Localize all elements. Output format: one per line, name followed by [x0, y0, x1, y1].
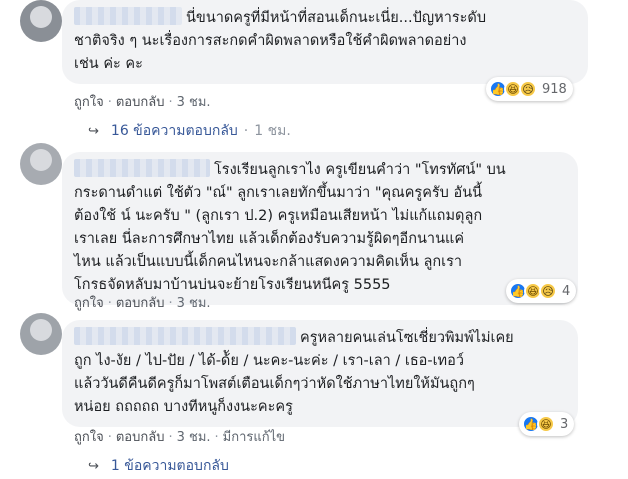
timestamp[interactable]: 3 ชม.	[177, 430, 211, 445]
timestamp[interactable]: 3 ชม.	[177, 296, 211, 311]
comment-actions: ถูกใจ · ตอบกลับ · 3 ชม. · มีการแก้ไข	[74, 430, 286, 445]
avatar[interactable]	[20, 313, 62, 355]
comment-text-line: ครูหลายคนเล่นโซเชี่ยวพิมพ์ไม่เคย	[300, 330, 514, 346]
comment-text-line: โรงเรียนลูกเราไง ครูเขียนคำว่า "โทรทัศน์…	[214, 162, 506, 178]
comment-text-line: ไหน แล้วเป็นแบบนี้เด็กคนไหนจะกล้าแสดงควา…	[74, 254, 463, 270]
timestamp[interactable]: 3 ชม.	[177, 95, 211, 110]
replies-time: 1 ชม.	[254, 123, 291, 139]
reactions-summary[interactable]: 👍 😆 3	[519, 412, 575, 436]
reaction-count: 4	[562, 283, 571, 299]
comment-text-line: เช่น ค่ะ คะ	[74, 56, 143, 72]
author-name[interactable]	[74, 7, 182, 25]
comment-text-line: ถูก ไง-งัย / ไป-ปัย / ได้-ด้ัย / นะคะ-นะ…	[74, 353, 464, 369]
comment-bubble: ครูหลายคนเล่นโซเชี่ยวพิมพ์ไม่เคย ถูก ไง-…	[62, 320, 578, 427]
haha-icon: 😆	[537, 415, 555, 433]
avatar[interactable]	[20, 0, 62, 42]
comment-text-line: แล้ววันดีคืนดีครูก็มาโพสต์เตือนเด็กๆว่าห…	[74, 376, 475, 392]
reply-link[interactable]: ตอบกลับ	[116, 95, 165, 110]
reply-link[interactable]: ตอบกลับ	[116, 430, 165, 445]
comment-actions: ถูกใจ · ตอบกลับ · 3 ชม.	[74, 95, 211, 110]
sad-icon: 😥	[539, 282, 557, 300]
author-name[interactable]	[74, 159, 210, 177]
reply-arrow-icon: ↪	[88, 458, 99, 474]
reaction-count: 3	[560, 416, 569, 432]
comment-actions: ถูกใจ · ตอบกลับ · 3 ชม.	[74, 296, 211, 311]
comment-text-line: ต้องใช้ น์ นะครับ " (ลูกเรา ป.2) ครูเหมื…	[74, 208, 483, 224]
view-replies[interactable]: ↪ 16 ข้อความตอบกลับ · 1 ชม.	[88, 120, 291, 142]
avatar[interactable]	[20, 143, 62, 185]
comment-bubble: โรงเรียนลูกเราไง ครูเขียนคำว่า "โทรทัศน์…	[62, 152, 578, 305]
replies-count[interactable]: 1 ข้อความตอบกลับ	[111, 455, 229, 477]
comment-text-line: ชาติจริง ๆ นะเรื่องการสะกดคำผิดพลาดหรือใ…	[74, 33, 467, 49]
reaction-count: 918	[542, 81, 567, 97]
reply-link[interactable]: ตอบกลับ	[116, 296, 165, 311]
replies-count[interactable]: 16 ข้อความตอบกลับ	[111, 120, 238, 142]
reply-arrow-icon: ↪	[88, 123, 99, 139]
like-link[interactable]: ถูกใจ	[74, 296, 104, 311]
like-link[interactable]: ถูกใจ	[74, 95, 104, 110]
comment-text-line: หน่อย ถถถถถ บางทีหนูก็งงนะคะครู	[74, 399, 293, 415]
edited-label[interactable]: มีการแก้ไข	[223, 430, 285, 445]
like-link[interactable]: ถูกใจ	[74, 430, 104, 445]
comment-bubble: นี่ขนาดครูที่มีหน้าที่สอนเด็กนะเนี่ย...ป…	[62, 0, 588, 84]
comment-text-line: เราเลย นี่ละการศึกษาไทย แล้วเด็กต้องรับค…	[74, 231, 465, 247]
author-name[interactable]	[74, 327, 296, 345]
view-replies[interactable]: ↪ 1 ข้อความตอบกลับ	[88, 455, 229, 477]
reactions-summary[interactable]: 👍 😆 😥 918	[486, 77, 573, 101]
comment-text-line: กระดานดำแต่ ใช้ตัว "ณ์" ลูกเราเลยทักขึ้น…	[74, 185, 483, 201]
reactions-summary[interactable]: 👍 😆 😥 4	[506, 279, 577, 303]
comment-text-line: นี่ขนาดครูที่มีหน้าที่สอนเด็กนะเนี่ย...ป…	[186, 10, 487, 26]
sad-icon: 😥	[519, 80, 537, 98]
